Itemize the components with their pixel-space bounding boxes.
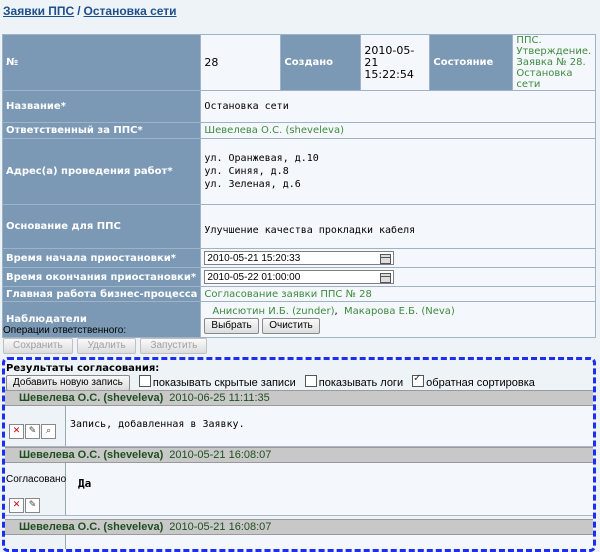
entry-body: Согласовано* ✕ ✎ Да <box>5 463 593 516</box>
reverse-sort-checkbox[interactable] <box>412 373 425 387</box>
address-value: ул. Оранжевая, д.10 ул. Синяя, д.8 ул. З… <box>200 138 596 205</box>
created-value: 2010-05-21 15:22:54 <box>360 34 431 91</box>
state-value[interactable]: ППС. Утверждение. Заявка № 28. Остановка… <box>512 34 596 91</box>
entry-header: Шевелева О.С. (sheveleva) 2010-05-21 16:0… <box>5 447 593 463</box>
address-line-1: ул. Оранжевая, д.10 <box>204 153 319 164</box>
start-time-text: 2010-05-21 15:20:33 <box>207 253 301 264</box>
created-label: Создано <box>280 34 362 91</box>
request-form: № 28 Создано 2010-05-21 15:22:54 Состоян… <box>1 34 596 338</box>
delete-icon[interactable]: ✕ <box>9 498 24 513</box>
delete-button[interactable]: Удалить <box>77 338 136 354</box>
save-button[interactable]: Сохранить <box>3 338 73 354</box>
entry-header: Шевелева О.С. (sheveleva) 2010-05-21 16:0… <box>5 519 593 535</box>
end-time-label: Время окончания приостановки* <box>1 267 202 287</box>
entry-date: 2010-05-21 16:08:07 <box>169 449 272 461</box>
responsible-operations: Операции ответственного: Сохранить Удали… <box>3 325 209 354</box>
start-button[interactable]: Запустить <box>140 338 208 354</box>
entry-content: Да <box>66 463 593 515</box>
entry-author: Шевелева О.С. (sheveleva) <box>19 521 164 533</box>
address-label: Адрес(а) проведения работ* <box>1 138 202 205</box>
start-time-input[interactable]: 2010-05-21 15:20:33 <box>204 251 395 265</box>
results-title: Результаты согласования: <box>6 363 160 374</box>
pencil-icon[interactable]: ✎ <box>25 498 40 513</box>
reverse-sort-option[interactable]: обратная сортировка <box>412 373 535 389</box>
address-line-3: ул. Зеленая, д.6 <box>204 179 301 190</box>
reason-value: Улучшение качества прокладки кабеля <box>200 204 596 249</box>
select-observers-button[interactable]: Выбрать <box>204 317 259 334</box>
number-label: № <box>1 34 202 91</box>
start-time-cell: 2010-05-21 15:20:33 <box>200 248 596 268</box>
show-hidden-option[interactable]: показывать скрытые записи <box>138 375 296 389</box>
breadcrumb-separator: / <box>77 4 81 18</box>
state-label: Состояние <box>429 34 514 91</box>
observer-link-2[interactable]: Макарова Е.Б. (Neva) <box>344 306 455 317</box>
entry-body: ✕ ✎ ⌕ Запись, добавленная в Заявку. <box>5 406 593 447</box>
end-time-cell: 2010-05-22 01:00:00 <box>200 267 596 287</box>
breadcrumb: Заявки ППС / Остановка сети <box>3 4 177 18</box>
calendar-icon[interactable] <box>380 254 392 264</box>
observer-link-1[interactable]: Анисютин И.Б. (zunder) <box>212 306 334 317</box>
magnifier-icon[interactable]: ⌕ <box>41 424 56 439</box>
reverse-sort-label: обратная сортировка <box>426 377 535 389</box>
end-time-text: 2010-05-22 01:00:00 <box>207 272 301 283</box>
approval-results: Результаты согласования: Добавить новую … <box>2 357 596 552</box>
main-work-label: Главная работа бизнес-процесса <box>1 286 202 302</box>
delete-icon[interactable]: ✕ <box>9 424 24 439</box>
entry-text: Да <box>78 477 92 490</box>
entry-author: Шевелева О.С. (sheveleva) <box>19 449 164 461</box>
number-value: 28 <box>200 34 282 91</box>
clear-observers-button[interactable]: Очистить <box>262 317 320 334</box>
name-value: Остановка сети <box>200 90 596 123</box>
entry-actions <box>5 535 66 549</box>
breadcrumb-link-requests[interactable]: Заявки ППС <box>3 4 74 18</box>
responsible-link[interactable]: Шевелева О.С. (sheveleva) <box>200 122 596 139</box>
entry-actions: ✕ ✎ ⌕ <box>5 406 66 446</box>
operations-title: Операции ответственного: <box>3 325 127 336</box>
pencil-icon[interactable]: ✎ <box>25 424 40 439</box>
add-record-button[interactable]: Добавить новую запись <box>6 375 130 392</box>
entry-actions: Согласовано* ✕ ✎ <box>5 463 70 515</box>
entry-date: 2010-05-21 16:08:07 <box>169 521 272 533</box>
calendar-icon[interactable] <box>380 273 392 283</box>
entry-header: Шевелева О.С. (sheveleva) 2010-06-25 11:1… <box>5 390 593 406</box>
entry-body <box>5 535 593 549</box>
results-toolbar: Добавить новую запись показывать скрытые… <box>6 373 541 392</box>
entry-date: 2010-06-25 11:11:35 <box>169 392 270 404</box>
breadcrumb-link-current[interactable]: Остановка сети <box>84 4 177 18</box>
show-logs-checkbox[interactable] <box>304 375 317 387</box>
observers-cell: Анисютин И.Б. (zunder), Макарова Е.Б. (N… <box>200 301 596 338</box>
reason-label: Основание для ППС <box>1 204 202 249</box>
show-hidden-checkbox[interactable] <box>138 375 151 387</box>
entry-field-label: Согласовано* <box>6 474 71 485</box>
responsible-label: Ответственный за ППС* <box>1 122 202 139</box>
entry-author: Шевелева О.С. (sheveleva) <box>19 392 164 404</box>
show-logs-label: показывать логи <box>318 377 404 389</box>
main-work-link[interactable]: Согласование заявки ППС № 28 <box>200 286 596 302</box>
show-hidden-label: показывать скрытые записи <box>152 377 296 389</box>
entry-content <box>66 535 593 549</box>
name-label: Название* <box>1 90 202 123</box>
start-time-label: Время начала приостановки* <box>1 248 202 268</box>
entry-text: Запись, добавленная в Заявку. <box>70 419 245 430</box>
observer-separator: , <box>334 305 345 317</box>
entry-content: Запись, добавленная в Заявку. <box>66 406 593 446</box>
show-logs-option[interactable]: показывать логи <box>304 375 404 389</box>
end-time-input[interactable]: 2010-05-22 01:00:00 <box>204 270 395 284</box>
address-line-2: ул. Синяя, д.8 <box>204 166 289 177</box>
